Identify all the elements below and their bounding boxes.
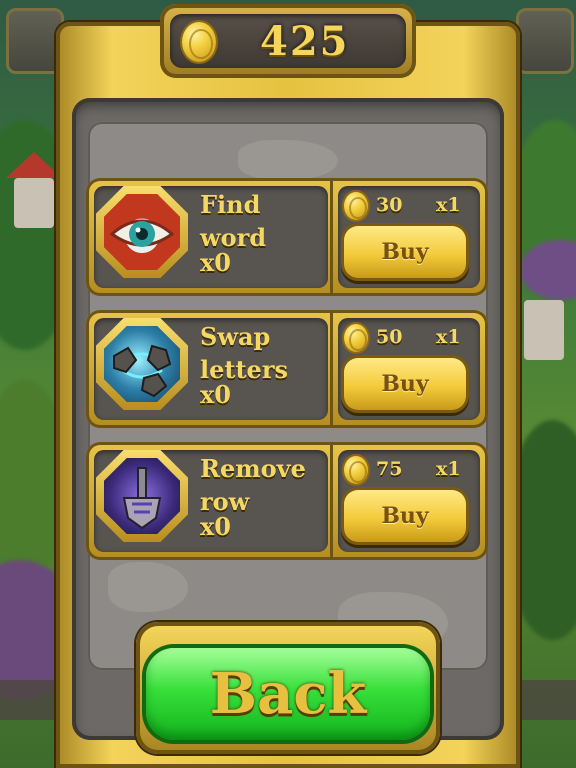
coin-icon [344, 192, 368, 220]
item-label: Find word x0 [200, 190, 267, 277]
coin-count: 425 [260, 18, 350, 65]
price-multiplier: x1 [436, 326, 461, 348]
back-button[interactable]: Back [146, 648, 430, 740]
coin-icon [344, 456, 368, 484]
coin-counter: 425 [160, 4, 416, 78]
buy-button[interactable]: Buy [344, 490, 466, 542]
buy-button[interactable]: Buy [344, 358, 466, 410]
price-value: 50 [376, 326, 403, 348]
right-corner-button[interactable] [516, 8, 574, 74]
price-multiplier: x1 [436, 458, 461, 480]
price-value: 75 [376, 458, 403, 480]
buy-button[interactable]: Buy [344, 226, 466, 278]
price-multiplier: x1 [436, 194, 461, 216]
item-label: Remove row x0 [200, 454, 306, 541]
item-label: Swap letters x0 [200, 322, 288, 409]
coin-icon [344, 324, 368, 352]
price-value: 30 [376, 194, 403, 216]
coin-icon [182, 22, 216, 62]
